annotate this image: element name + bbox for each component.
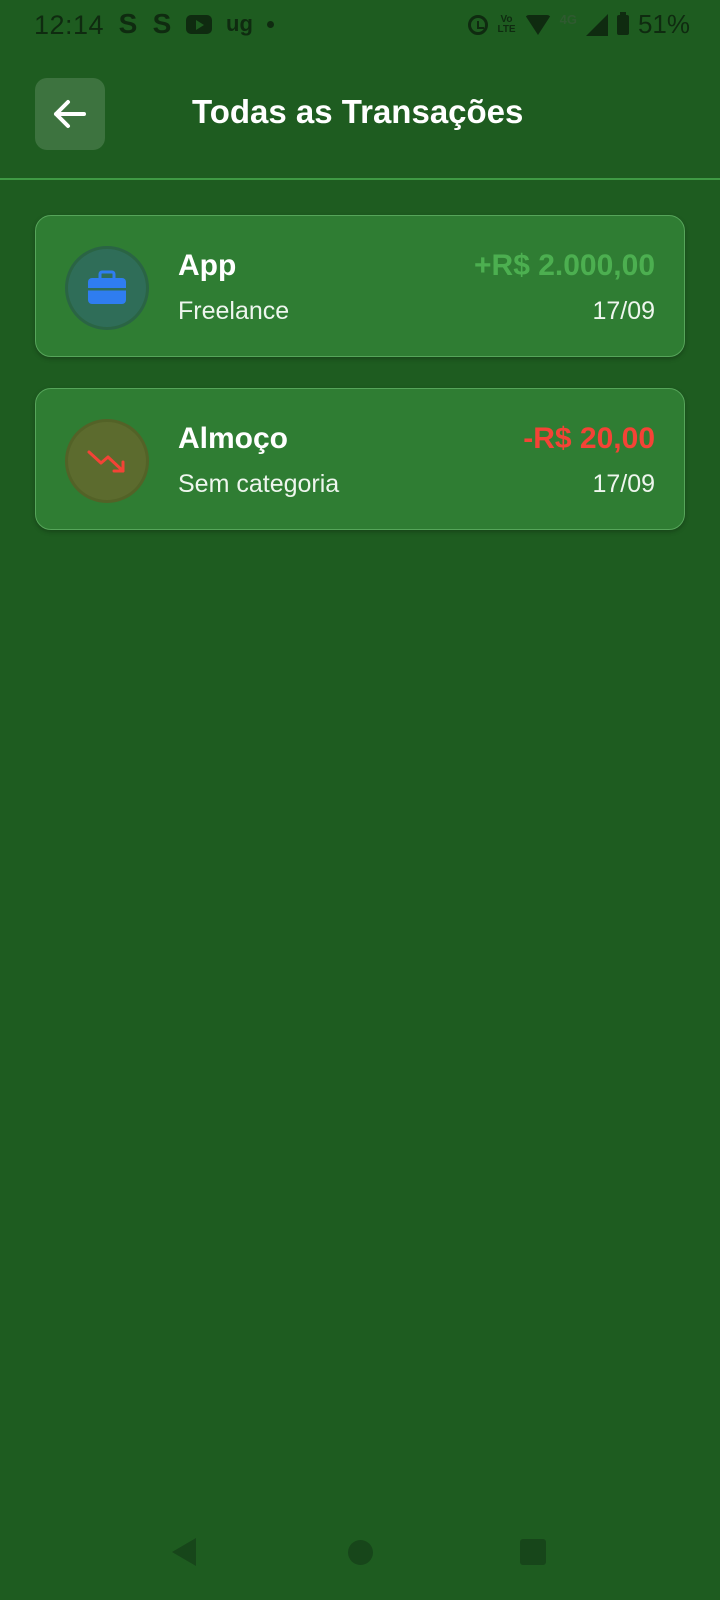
ug-notification-icon: ug xyxy=(226,11,253,36)
system-nav-bar xyxy=(0,1520,720,1600)
app-header: Todas as Transações xyxy=(0,52,720,180)
wifi-icon xyxy=(524,14,551,35)
nav-home-icon[interactable] xyxy=(348,1540,373,1565)
volte-icon: Vo LTE xyxy=(497,14,516,35)
transaction-category: Freelance xyxy=(178,297,290,325)
network-type-label: 4G xyxy=(559,12,577,27)
battery-icon xyxy=(616,11,629,35)
transaction-title: App xyxy=(178,249,237,282)
transaction-card-almoco[interactable]: Almoço Sem categoria -R$ 20,00 17/09 xyxy=(35,388,685,530)
transaction-avatar xyxy=(65,419,149,503)
page-title: Todas as Transações xyxy=(192,93,524,130)
transaction-date: 17/09 xyxy=(592,297,655,325)
transaction-amount: -R$ 20,00 xyxy=(523,422,655,455)
transaction-title: Almoço xyxy=(178,422,289,455)
briefcase-icon xyxy=(88,270,126,304)
transaction-avatar xyxy=(65,246,149,330)
transaction-card-app[interactable]: App Freelance +R$ 2.000,00 17/09 xyxy=(35,215,685,357)
trending-down-icon xyxy=(87,450,125,473)
more-notifications-dot-icon xyxy=(266,20,274,28)
notification-icons: S S ug xyxy=(118,8,274,40)
status-time: 12:14 xyxy=(34,10,105,40)
status-bar: 12:14 S S ug Vo LTE 4G 51% xyxy=(0,0,720,52)
youtube-icon xyxy=(186,14,212,34)
alarm-icon xyxy=(468,14,489,35)
transaction-amount: +R$ 2.000,00 xyxy=(474,249,655,282)
s-notification-icon: S xyxy=(118,8,138,39)
transaction-list: App Freelance +R$ 2.000,00 17/09 Almoço … xyxy=(35,215,685,561)
transaction-category: Sem categoria xyxy=(178,470,340,498)
screen: 12:14 S S ug Vo LTE 4G 51% Todas as Tran… xyxy=(0,0,720,1600)
signal-icon xyxy=(585,13,608,36)
back-button[interactable] xyxy=(35,78,105,150)
nav-recents-icon[interactable] xyxy=(520,1539,546,1565)
nav-back-icon[interactable] xyxy=(172,1538,196,1566)
system-icons: Vo LTE 4G 51% xyxy=(468,9,690,40)
s-notification-icon: S xyxy=(152,8,172,39)
volte-bottom-label: LTE xyxy=(497,23,516,35)
battery-percent: 51% xyxy=(637,9,690,39)
transaction-date: 17/09 xyxy=(592,470,655,498)
arrow-left-icon xyxy=(54,100,86,128)
